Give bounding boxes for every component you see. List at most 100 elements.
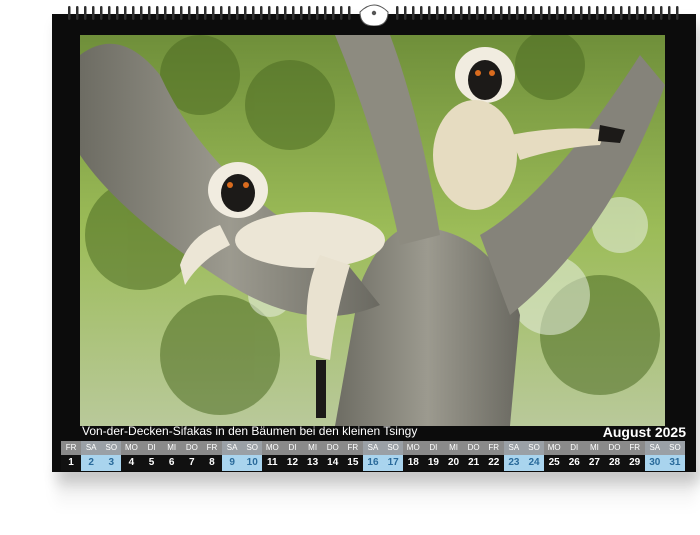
binding-ring: [484, 6, 487, 20]
binding-ring: [548, 6, 551, 20]
day-number: 26: [564, 455, 585, 471]
binding-ring: [428, 6, 431, 20]
day-number: 5: [141, 455, 162, 471]
weekday-label: MO: [544, 441, 565, 455]
day-number: 3: [101, 455, 122, 471]
weekday-label: MO: [403, 441, 424, 455]
binding-ring: [580, 6, 583, 20]
weekday-label: SA: [644, 441, 665, 455]
binding-ring: [324, 6, 327, 20]
weekday-label: DI: [141, 441, 162, 455]
weekday-label: DI: [564, 441, 585, 455]
day-number: 11: [262, 455, 283, 471]
binding-ring: [588, 6, 591, 20]
day-number: 8: [201, 455, 223, 471]
binding-ring: [284, 6, 287, 20]
weekday-label: FR: [483, 441, 504, 455]
binding-ring: [316, 6, 319, 20]
weekday-label: DI: [282, 441, 303, 455]
day-number: 29: [624, 455, 645, 471]
weekday-label: SO: [101, 441, 122, 455]
weekday-label: DI: [423, 441, 444, 455]
binding-ring: [308, 6, 311, 20]
binding-ring: [76, 6, 79, 20]
binding-ring: [532, 6, 535, 20]
binding-ring: [652, 6, 655, 20]
weekday-label: MI: [302, 441, 323, 455]
binding-ring: [212, 6, 215, 20]
binding-ring: [260, 6, 263, 20]
day-number: 20: [443, 455, 464, 471]
weekday-label: DO: [322, 441, 343, 455]
binding-ring: [100, 6, 103, 20]
binding-ring: [156, 6, 159, 20]
binding-ring: [596, 6, 599, 20]
weekday-label: SO: [523, 441, 545, 455]
day-number: 22: [483, 455, 504, 471]
weekday-label: MO: [121, 441, 142, 455]
binding-ring: [340, 6, 343, 20]
weekday-label: SA: [503, 441, 524, 455]
day-number: 13: [302, 455, 323, 471]
binding-ring: [404, 6, 407, 20]
weekday-label: FR: [61, 441, 82, 455]
day-number: 15: [342, 455, 363, 471]
page-shadow: [56, 470, 696, 510]
binding-ring: [500, 6, 503, 20]
weekday-label: DO: [463, 441, 484, 455]
day-number: 19: [423, 455, 444, 471]
binding-ring: [620, 6, 623, 20]
binding-ring: [244, 6, 247, 20]
day-number: 7: [181, 455, 202, 471]
binding-ring: [108, 6, 111, 20]
weekday-label: FR: [201, 441, 223, 455]
day-number: 12: [282, 455, 303, 471]
day-number: 4: [121, 455, 142, 471]
day-number: 21: [463, 455, 484, 471]
binding-ring: [236, 6, 239, 20]
day-number: 25: [544, 455, 565, 471]
weekday-label: FR: [624, 441, 645, 455]
binding-ring: [220, 6, 223, 20]
binding-ring: [116, 6, 119, 20]
binding-ring: [172, 6, 175, 20]
binding-ring: [140, 6, 143, 20]
binding-ring: [332, 6, 335, 20]
binding-ring: [92, 6, 95, 20]
binding-ring: [420, 6, 423, 20]
weekday-label: SA: [81, 441, 102, 455]
binding-ring: [612, 6, 615, 20]
day-number: 27: [584, 455, 605, 471]
weekday-label: DO: [604, 441, 625, 455]
month-title: August 2025: [602, 424, 686, 440]
binding-ring: [276, 6, 279, 20]
day-grid: FR SA SO MO DI MI DO FR SA SO MO DI MI DO FR SA SO MO DI MI…: [61, 441, 685, 471]
weekday-label: SA: [362, 441, 384, 455]
binding-ring: [460, 6, 463, 20]
binding-ring: [644, 6, 647, 20]
binding-ring: [436, 6, 439, 20]
binding-ring: [668, 6, 671, 20]
binding-ring: [164, 6, 167, 20]
binding-ring: [300, 6, 303, 20]
day-number: 1: [61, 455, 82, 471]
binding-ring: [68, 6, 71, 20]
binding-ring: [564, 6, 567, 20]
binding-ring: [492, 6, 495, 20]
day-number: 24: [523, 455, 545, 471]
binding-ring: [124, 6, 127, 20]
binding-ring: [252, 6, 255, 20]
day-number: 28: [604, 455, 625, 471]
binding-ring: [540, 6, 543, 20]
day-number: 2: [81, 455, 102, 471]
binding-ring: [396, 6, 399, 20]
binding-ring: [132, 6, 135, 20]
binding-ring: [196, 6, 199, 20]
weekday-label: MO: [262, 441, 283, 455]
binding-ring: [148, 6, 151, 20]
binding-ring: [468, 6, 471, 20]
binding-ring: [516, 6, 519, 20]
weekday-label: MI: [584, 441, 605, 455]
day-number: 16: [362, 455, 384, 471]
weekday-label: MI: [443, 441, 464, 455]
